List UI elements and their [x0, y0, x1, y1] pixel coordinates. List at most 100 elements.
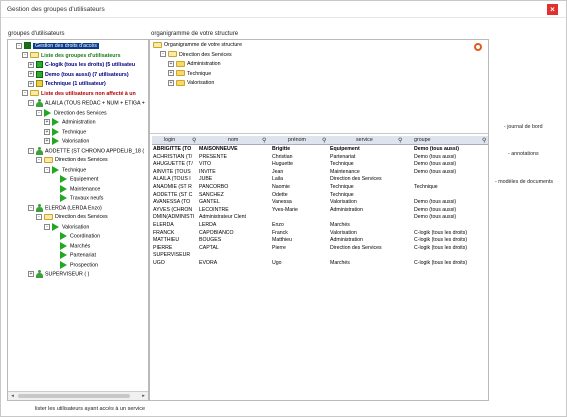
splitter[interactable]: [150, 133, 488, 134]
expand-icon[interactable]: +: [28, 61, 34, 68]
org-node[interactable]: + Valorisation: [168, 79, 214, 88]
tree-node[interactable]: Maintenance: [60, 184, 100, 194]
tree-node[interactable]: Coordination: [60, 232, 100, 241]
expand-icon[interactable]: +: [44, 119, 50, 125]
expand-icon[interactable]: +: [168, 70, 174, 77]
table-row[interactable]: ELERDA LERDA Enzo Marchés: [152, 222, 488, 229]
tree-node-label: SUPERVISEUR ( ): [45, 271, 90, 278]
table-row[interactable]: SUPERVISEUR: [152, 252, 488, 259]
tree-node[interactable]: - Liste des utilisateurs non affecté à un: [22, 90, 136, 99]
tree-node[interactable]: + Technique (1 utilisateur): [28, 80, 106, 89]
table-row[interactable]: AODETTE (ST C SANCHEZ Odette Technique: [152, 192, 488, 199]
tree-node-label: ELERDA (LERDA Enzo): [45, 204, 102, 211]
service-arrow-icon: [60, 260, 67, 269]
column-header-4[interactable]: groupe: [414, 136, 431, 145]
collapse-icon[interactable]: -: [36, 213, 42, 220]
search-icon[interactable]: ⚲: [322, 137, 326, 144]
expand-icon[interactable]: +: [28, 71, 34, 78]
expand-icon[interactable]: +: [168, 60, 174, 67]
collapse-icon[interactable]: -: [160, 51, 166, 58]
column-header-2[interactable]: prénom: [288, 136, 306, 145]
table-row[interactable]: AVANESSA (TO GANTEL Vanessa Valorisation Dem…: [152, 199, 488, 206]
org-node[interactable]: + Administration: [168, 60, 221, 69]
column-header-1[interactable]: nom: [228, 136, 238, 145]
tree-node[interactable]: + Valorisation: [44, 137, 89, 146]
groups-tree-panel[interactable]: ◂ ▸ - Gestion des droits d'accès - Liste de…: [7, 39, 149, 401]
org-node[interactable]: Organigramme de votre structure: [153, 41, 242, 50]
table-cell: PANCORBO: [199, 184, 229, 190]
collapse-icon[interactable]: -: [44, 223, 50, 230]
table-row[interactable]: AYVES (CHRON LECOINTRE Yves-Marie Administr…: [152, 207, 488, 214]
tree-node[interactable]: Prospection: [60, 260, 98, 270]
search-icon[interactable]: ⚲: [482, 137, 486, 144]
table-cell: UGO: [153, 260, 165, 266]
service-arrow-icon: [52, 118, 59, 126]
tree-node[interactable]: - Gestion des droits d'accès: [16, 42, 99, 51]
expand-icon[interactable]: +: [44, 128, 50, 135]
table-row[interactable]: PIERRE CAPTAL Pierre Direction des Services…: [152, 245, 488, 252]
collapse-icon[interactable]: -: [28, 100, 34, 106]
table-row[interactable]: ABRIGITTE (TO MAISONNEUVE Brigitte Equipeme…: [152, 146, 488, 153]
collapse-icon[interactable]: -: [28, 147, 34, 154]
tree-node[interactable]: - Direction des Services: [36, 108, 107, 118]
scroll-left-icon[interactable]: ◂: [9, 393, 16, 399]
column-header-3[interactable]: service: [356, 136, 373, 145]
tree-node[interactable]: - AODETTE (ST CHRONO APPDELIB_18 (: [28, 146, 144, 156]
side-link-0[interactable]: - journal de bord: [504, 124, 543, 130]
tree-node[interactable]: - ELERDA (LERDA Enzo): [28, 203, 102, 213]
table-cell: Administrateur Clent: [199, 214, 246, 221]
table-row[interactable]: MATTHIEU BOUGES Matthieu Administration C-lo…: [152, 237, 488, 244]
scroll-right-icon[interactable]: ▸: [140, 393, 147, 399]
collapse-icon[interactable]: -: [16, 42, 22, 49]
tree-node[interactable]: - Direction des Services: [36, 156, 108, 165]
table-row[interactable]: FRANCK CAPOBIANCO Franck Valorisation C-logi…: [152, 230, 488, 237]
tree-node[interactable]: - Liste des groupes d'utilisateurs: [22, 52, 121, 61]
tree-node[interactable]: + Demo (tous aussi) (7 utilisateurs): [28, 70, 129, 80]
table-row[interactable]: ACHRISTIAN (T/PRESENTE Christian Partenari…: [152, 154, 488, 161]
tree-node[interactable]: Partenariat: [60, 251, 96, 260]
table-row[interactable]: ANAOMIE (ST R PANCORBO Naomie Technique Tech…: [152, 184, 488, 191]
expand-icon[interactable]: +: [28, 80, 34, 87]
collapse-icon[interactable]: -: [28, 204, 34, 211]
collapse-icon[interactable]: -: [22, 52, 28, 59]
search-icon[interactable]: ⚲: [192, 137, 196, 144]
footer-link[interactable]: lister les utilisateurs ayant accès à un…: [35, 406, 145, 412]
expand-icon[interactable]: +: [44, 138, 50, 144]
side-link-1[interactable]: - annotations: [508, 151, 539, 157]
table-row[interactable]: ALAILA (TOUS I JUBE Laila Direction des Ser…: [152, 176, 488, 183]
tree-node[interactable]: + C-logik (tous les droits) (5 utilisateu: [28, 61, 135, 70]
table-row[interactable]: DMIN(ADMINISTI Administrateur Clent Demo (…: [152, 214, 488, 221]
table-row[interactable]: UGO EVORA Ugo Marchés C-logik (tous les droi…: [152, 260, 488, 267]
refresh-icon[interactable]: [474, 43, 482, 51]
collapse-icon[interactable]: -: [44, 166, 50, 173]
side-link-2[interactable]: - modèles de documents: [495, 179, 553, 185]
column-header-0[interactable]: login: [164, 136, 175, 145]
expand-icon[interactable]: +: [28, 271, 34, 277]
collapse-icon[interactable]: -: [36, 109, 42, 116]
tree-node[interactable]: - Valorisation: [44, 222, 89, 232]
table-row[interactable]: AHUGUETTE (T/VITO Huguette Technique Demo (…: [152, 161, 488, 168]
tree-node[interactable]: + SUPERVISEUR ( ): [28, 270, 89, 279]
tree-node[interactable]: + Administration: [44, 118, 96, 127]
scrollbar-thumb[interactable]: [18, 394, 130, 398]
tree-node[interactable]: Travaux neufs: [60, 194, 103, 203]
org-node[interactable]: + Technique: [168, 70, 211, 79]
tree-node[interactable]: Equipement: [60, 175, 98, 184]
tree-node[interactable]: - Technique: [44, 165, 86, 175]
close-button[interactable]: ×: [547, 4, 558, 15]
search-icon[interactable]: ⚲: [398, 137, 402, 144]
table-cell: Administration: [330, 237, 363, 244]
tree-node[interactable]: + Technique: [44, 127, 86, 137]
org-node[interactable]: - Direction des Services: [160, 51, 232, 60]
horizontal-scrollbar[interactable]: ◂ ▸: [8, 391, 148, 400]
tree-node[interactable]: - Direction des Services: [36, 213, 108, 222]
tree-node[interactable]: Marchés: [60, 241, 90, 251]
collapse-icon[interactable]: -: [36, 156, 42, 163]
expand-icon[interactable]: +: [168, 79, 174, 86]
search-icon[interactable]: ⚲: [262, 137, 266, 144]
tree-node[interactable]: - ALAILA (TOUS REDAC + NUM + ETIGA +: [28, 99, 145, 108]
table-row[interactable]: AINVITE (TOUS INVITE Jean Maintenance Demo (…: [152, 169, 488, 176]
collapse-icon[interactable]: -: [22, 90, 28, 97]
service-arrow-icon: [60, 194, 67, 202]
tree-node-label: Equipement: [70, 176, 99, 183]
